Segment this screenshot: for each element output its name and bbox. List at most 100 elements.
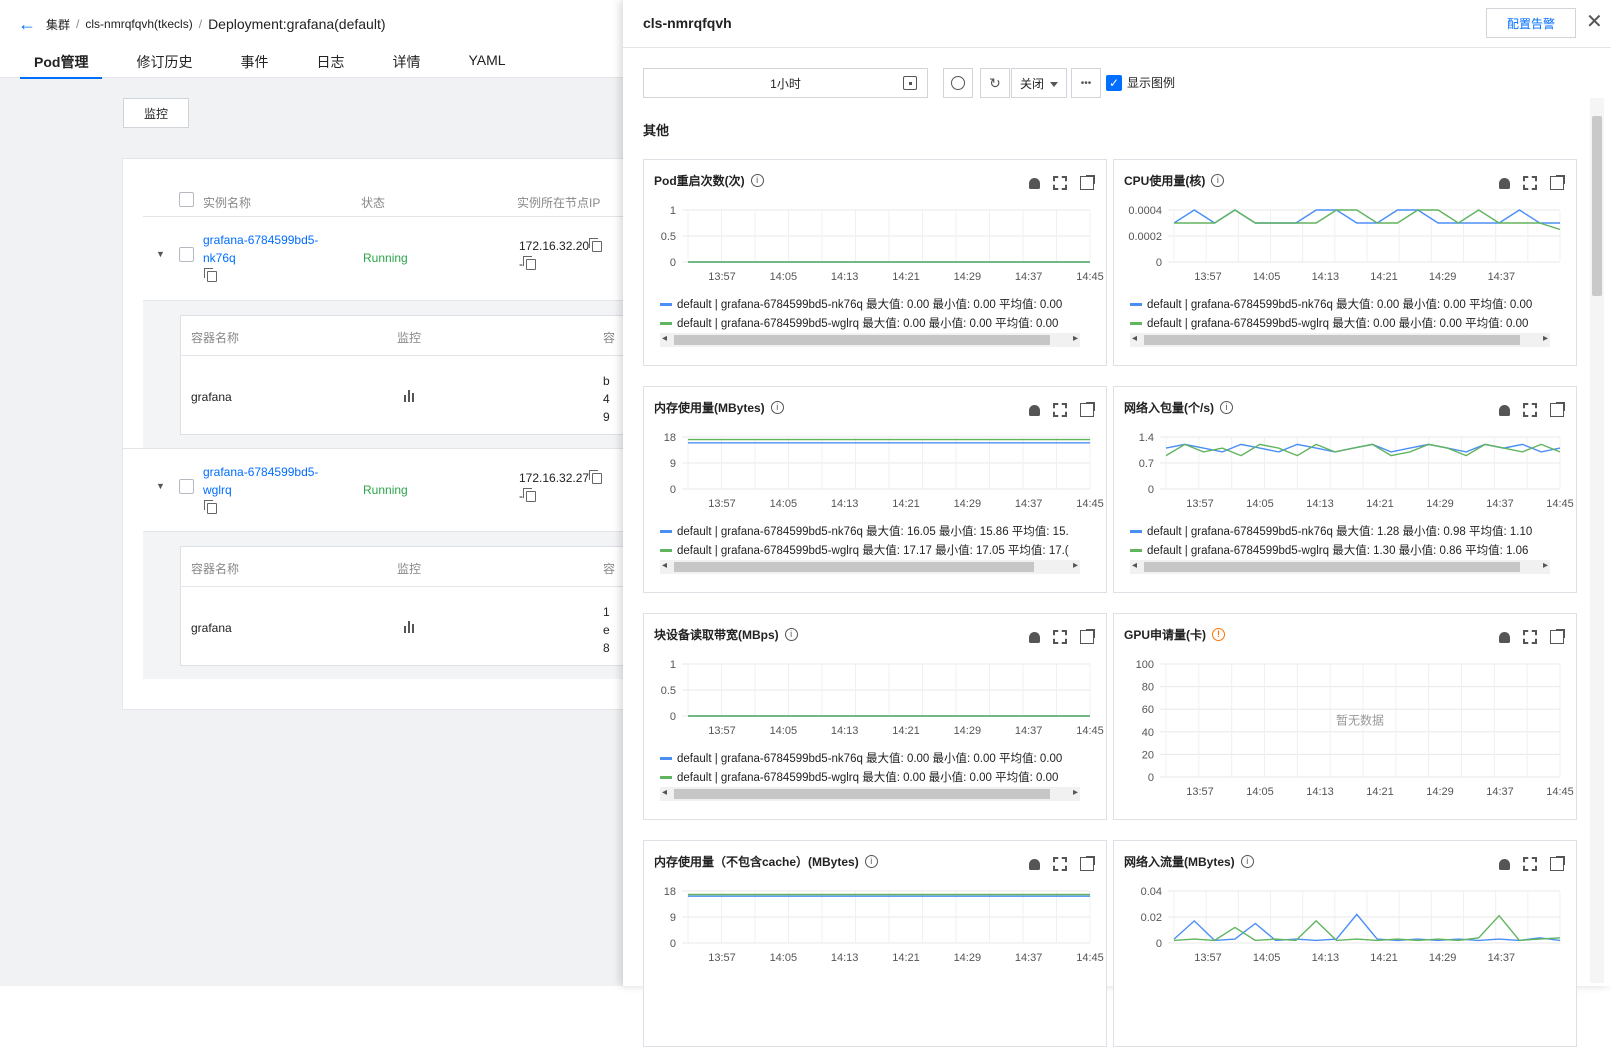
external-link-icon[interactable]	[1550, 175, 1565, 190]
scrollbar-thumb[interactable]	[1144, 562, 1520, 572]
scrollbar-thumb[interactable]	[1592, 116, 1602, 296]
pod-name-line[interactable]: nk76q	[203, 249, 318, 267]
tab-details[interactable]: 详情	[378, 52, 434, 78]
copy-icon[interactable]	[204, 268, 217, 283]
bar-chart-icon[interactable]	[404, 390, 414, 402]
chart-plot: 100 80 60 40 20 0 13:57 14:05 14:13 14:21 14:29 14:…	[1136, 659, 1574, 798]
info-icon[interactable]: i	[1240, 855, 1254, 868]
legend-item[interactable]: default | grafana-6784599bd5-wglrq 最大值: …	[1130, 542, 1528, 558]
info-icon[interactable]: i	[1220, 401, 1234, 414]
configure-alarm-button[interactable]: 配置告警	[1486, 8, 1576, 38]
info-icon[interactable]: i	[750, 174, 764, 187]
bell-icon[interactable]	[1029, 859, 1040, 870]
copy-icon[interactable]	[589, 470, 603, 485]
bell-icon[interactable]	[1029, 405, 1040, 416]
copy-icon[interactable]	[589, 238, 603, 253]
vertical-scrollbar[interactable]	[1590, 98, 1604, 983]
breadcrumb-cluster-id[interactable]: cls-nmrqfqvh(tkecls)	[85, 17, 192, 31]
tab-pod-management[interactable]: Pod管理	[20, 52, 103, 79]
more-button[interactable]: •••	[1071, 68, 1101, 98]
fullscreen-icon[interactable]	[1523, 857, 1537, 871]
fullscreen-icon[interactable]	[1523, 630, 1537, 644]
legend-item[interactable]: default | grafana-6784599bd5-wglrq 最大值: …	[660, 542, 1069, 558]
legend-item[interactable]: default | grafana-6784599bd5-nk76q 最大值: …	[660, 296, 1062, 312]
breadcrumb-cluster[interactable]: 集群	[46, 16, 70, 33]
fullscreen-icon[interactable]	[1053, 857, 1067, 871]
caret-down-icon[interactable]: ▼	[156, 249, 165, 259]
warning-icon[interactable]: !	[1212, 628, 1225, 641]
tab-events[interactable]: 事件	[226, 52, 282, 78]
fullscreen-icon[interactable]	[1053, 630, 1067, 644]
close-icon[interactable]: ✕	[1586, 10, 1603, 34]
info-icon[interactable]: i	[864, 855, 878, 868]
scrollbar-thumb[interactable]	[1144, 335, 1520, 345]
time-range-picker[interactable]: 1小时	[643, 68, 928, 98]
legend-scrollbar[interactable]	[1130, 560, 1550, 574]
calendar-icon[interactable]	[903, 76, 917, 90]
copy-icon[interactable]	[204, 500, 217, 515]
legend-scrollbar[interactable]	[1130, 333, 1550, 347]
bell-icon[interactable]	[1499, 405, 1510, 416]
bar-chart-icon[interactable]	[404, 621, 414, 633]
info-icon[interactable]: i	[784, 628, 798, 641]
checkbox-checked-icon[interactable]: ✓	[1106, 74, 1122, 91]
external-link-icon[interactable]	[1080, 175, 1095, 190]
pod-table: 实例名称 状态 实例所在节点IP ▼ grafana-6784599bd5- n…	[122, 158, 623, 710]
copy-icon[interactable]	[523, 256, 537, 271]
scrollbar-thumb[interactable]	[674, 789, 1050, 799]
tab-yaml[interactable]: YAML	[454, 52, 519, 78]
bell-icon[interactable]	[1499, 859, 1510, 870]
bell-icon[interactable]	[1029, 632, 1040, 643]
external-link-icon[interactable]	[1550, 856, 1565, 871]
pod-name[interactable]: grafana-6784599bd5- nk76q	[203, 231, 318, 283]
legend-item[interactable]: default | grafana-6784599bd5-wglrq 最大值: …	[660, 315, 1058, 331]
row-checkbox[interactable]	[179, 479, 194, 494]
legend-scrollbar[interactable]	[660, 560, 1080, 574]
external-link-icon[interactable]	[1550, 629, 1565, 644]
legend-scrollbar[interactable]	[660, 333, 1080, 347]
fullscreen-icon[interactable]	[1523, 403, 1537, 417]
pod-name-line[interactable]: grafana-6784599bd5-	[203, 231, 318, 249]
info-icon[interactable]: i	[770, 401, 784, 414]
y-tick-label: 0	[670, 257, 676, 269]
tab-logs[interactable]: 日志	[302, 52, 358, 78]
x-tick-label: 14:13	[1306, 786, 1334, 798]
chart-plot: 0.0004 0.0002 0 13:57 14:05 14:13 14:21 14:29 14…	[1128, 205, 1561, 283]
pod-name[interactable]: grafana-6784599bd5- wglrq	[203, 463, 318, 515]
legend-item[interactable]: default | grafana-6784599bd5-wglrq 最大值: …	[1130, 315, 1528, 331]
bell-icon[interactable]	[1029, 178, 1040, 189]
bell-icon[interactable]	[1499, 178, 1510, 189]
legend-item[interactable]: default | grafana-6784599bd5-wglrq 最大值: …	[660, 769, 1058, 785]
bell-icon[interactable]	[1499, 632, 1510, 643]
legend-item[interactable]: default | grafana-6784599bd5-nk76q 最大值: …	[1130, 523, 1532, 539]
row-checkbox[interactable]	[179, 247, 194, 262]
x-tick-label: 14:45	[1076, 271, 1104, 283]
monitor-button[interactable]: 监控	[123, 98, 189, 128]
back-arrow-icon[interactable]: ←	[18, 15, 36, 33]
show-legend-toggle[interactable]: ✓ 显示图例	[1106, 74, 1175, 91]
pod-name-line[interactable]: wglrq	[203, 481, 318, 499]
legend-item[interactable]: default | grafana-6784599bd5-nk76q 最大值: …	[660, 750, 1062, 766]
copy-icon[interactable]	[523, 488, 537, 503]
tab-revision-history[interactable]: 修订历史	[122, 52, 206, 78]
auto-refresh-select[interactable]: 关闭	[1011, 68, 1067, 98]
scrollbar-thumb[interactable]	[674, 335, 1050, 345]
info-icon[interactable]: i	[1211, 174, 1225, 187]
external-link-icon[interactable]	[1080, 856, 1095, 871]
external-link-icon[interactable]	[1080, 402, 1095, 417]
select-all-checkbox[interactable]	[179, 192, 194, 207]
pod-name-line[interactable]: grafana-6784599bd5-	[203, 463, 318, 481]
container-name: grafana	[191, 390, 232, 404]
legend-item[interactable]: default | grafana-6784599bd5-nk76q 最大值: …	[660, 523, 1069, 539]
fullscreen-icon[interactable]	[1053, 403, 1067, 417]
caret-down-icon[interactable]: ▼	[156, 481, 165, 491]
scrollbar-thumb[interactable]	[674, 562, 1034, 572]
external-link-icon[interactable]	[1550, 402, 1565, 417]
history-button[interactable]	[943, 68, 973, 98]
fullscreen-icon[interactable]	[1053, 176, 1067, 190]
fullscreen-icon[interactable]	[1523, 176, 1537, 190]
legend-item[interactable]: default | grafana-6784599bd5-nk76q 最大值: …	[1130, 296, 1532, 312]
refresh-button[interactable]: ↻	[980, 68, 1010, 98]
legend-scrollbar[interactable]	[660, 787, 1080, 801]
external-link-icon[interactable]	[1080, 629, 1095, 644]
